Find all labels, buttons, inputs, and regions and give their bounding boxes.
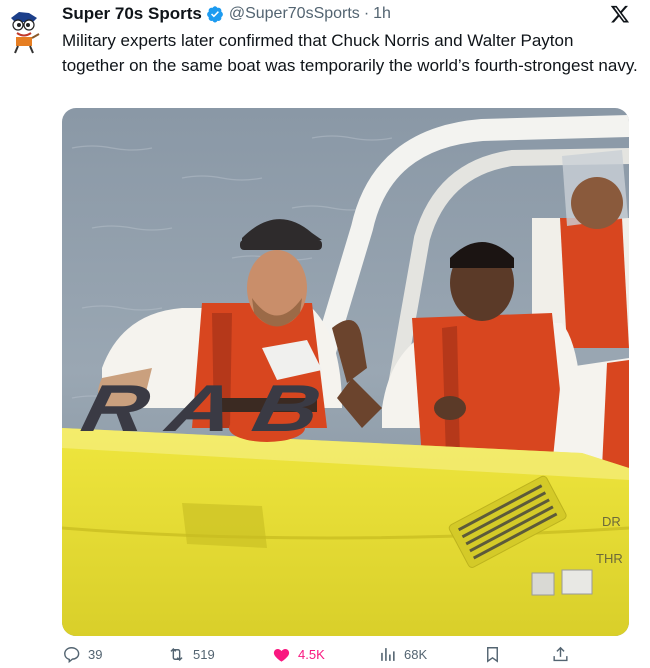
bookmark-button[interactable] [483, 645, 509, 664]
verified-badge-icon [206, 6, 223, 23]
post-time[interactable]: 1h [373, 5, 391, 23]
repost-button[interactable]: 519 [167, 645, 215, 664]
like-count: 4.5K [298, 647, 325, 662]
share-icon [553, 646, 568, 662]
reply-button[interactable]: 39 [62, 645, 102, 664]
views-icon [381, 648, 395, 661]
reply-count: 39 [88, 647, 103, 662]
separator-dot: · [363, 5, 370, 22]
tweet-text: Military experts later confirmed that Ch… [62, 31, 638, 75]
tweet-photo[interactable]: ARAB DR THR [62, 108, 629, 636]
reply-icon [64, 647, 80, 664]
author-avatar[interactable] [3, 6, 45, 56]
boat-side-text-1: DR [602, 514, 621, 529]
boat-side-text-2: THR [596, 551, 623, 566]
like-button[interactable]: 4.5K [272, 645, 325, 664]
repost-count: 519 [193, 647, 215, 662]
author-name[interactable]: Super 70s Sports [62, 4, 202, 24]
share-button[interactable] [551, 645, 577, 664]
views-count: 68K [404, 647, 428, 662]
tweet-actions: 39 519 4.5K 68K [62, 645, 582, 667]
boat-lettering: ARAB [62, 371, 348, 445]
heart-icon [273, 648, 290, 662]
bookmark-icon [487, 647, 498, 663]
author-handle[interactable]: @Super70sSports [229, 5, 360, 23]
views-button[interactable]: 68K [378, 645, 427, 664]
repost-icon [170, 647, 183, 662]
x-logo-icon [610, 5, 630, 23]
tweet-header: Super 70s Sports @Super70sSports · 1h [62, 3, 630, 25]
